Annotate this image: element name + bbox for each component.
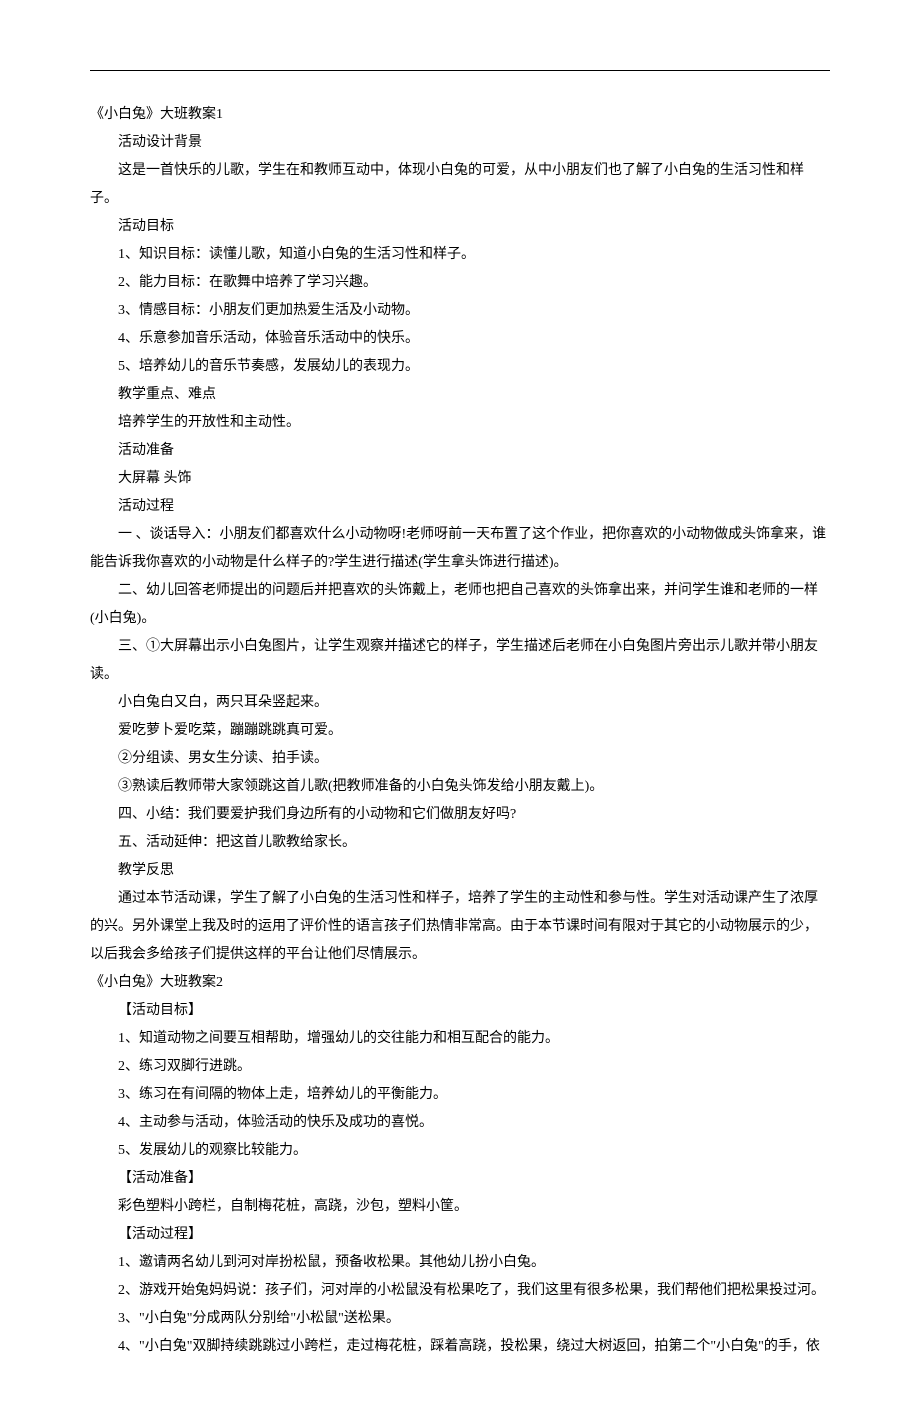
body-line: 3、"小白兔"分成两队分别给"小松鼠"送松果。 — [90, 1305, 830, 1333]
body-line: 教学重点、难点 — [90, 381, 830, 409]
body-line: 5、发展幼儿的观察比较能力。 — [90, 1137, 830, 1165]
body-line: 【活动准备】 — [90, 1165, 830, 1193]
body-line: 4、主动参与活动，体验活动的快乐及成功的喜悦。 — [90, 1109, 830, 1137]
body-line: 【活动目标】 — [90, 997, 830, 1025]
body-line: 通过本节活动课，学生了解了小白兔的生活习性和样子，培养了学生的主动性和参与性。学… — [90, 885, 830, 969]
body-line: 一 、谈话导入：小朋友们都喜欢什么小动物呀!老师呀前一天布置了这个作业，把你喜欢… — [90, 521, 830, 577]
body-line: 教学反思 — [90, 857, 830, 885]
body-line: 彩色塑料小跨栏，自制梅花桩，高跷，沙包，塑料小筐。 — [90, 1193, 830, 1221]
top-rule — [90, 70, 830, 71]
body-line: 活动目标 — [90, 213, 830, 241]
body-line: 1、知道动物之间要互相帮助，增强幼儿的交往能力和相互配合的能力。 — [90, 1025, 830, 1053]
body-line: 1、邀请两名幼儿到河对岸扮松鼠，预备收松果。其他幼儿扮小白兔。 — [90, 1249, 830, 1277]
body-line: 3、练习在有间隔的物体上走，培养幼儿的平衡能力。 — [90, 1081, 830, 1109]
body-line: 活动过程 — [90, 493, 830, 521]
lesson-plan-title: 《小白兔》大班教案1 — [90, 101, 830, 129]
body-line: 2、游戏开始兔妈妈说：孩子们，河对岸的小松鼠没有松果吃了，我们这里有很多松果，我… — [90, 1277, 830, 1305]
body-line: ③熟读后教师带大家领跳这首儿歌(把教师准备的小白兔头饰发给小朋友戴上)。 — [90, 773, 830, 801]
body-line: 【活动过程】 — [90, 1221, 830, 1249]
body-line: 4、乐意参加音乐活动，体验音乐活动中的快乐。 — [90, 325, 830, 353]
body-line: ②分组读、男女生分读、拍手读。 — [90, 745, 830, 773]
body-line: 爱吃萝卜爱吃菜，蹦蹦跳跳真可爱。 — [90, 717, 830, 745]
body-line: 小白兔白又白，两只耳朵竖起来。 — [90, 689, 830, 717]
body-line: 4、"小白兔"双脚持续跳跳过小跨栏，走过梅花桩，踩着高跷，投松果，绕过大树返回，… — [90, 1333, 830, 1361]
body-line: 这是一首快乐的儿歌，学生在和教师互动中，体现小白兔的可爱，从中小朋友们也了解了小… — [90, 157, 830, 213]
body-line: 五、活动延伸：把这首儿歌教给家长。 — [90, 829, 830, 857]
body-line: 3、情感目标：小朋友们更加热爱生活及小动物。 — [90, 297, 830, 325]
body-line: 活动设计背景 — [90, 129, 830, 157]
body-line: 三、①大屏幕出示小白兔图片，让学生观察并描述它的样子，学生描述后老师在小白兔图片… — [90, 633, 830, 689]
body-line: 2、能力目标：在歌舞中培养了学习兴趣。 — [90, 269, 830, 297]
body-line: 二、幼儿回答老师提出的问题后并把喜欢的头饰戴上，老师也把自己喜欢的头饰拿出来，并… — [90, 577, 830, 633]
body-line: 四、小结：我们要爱护我们身边所有的小动物和它们做朋友好吗? — [90, 801, 830, 829]
body-line: 5、培养幼儿的音乐节奏感，发展幼儿的表现力。 — [90, 353, 830, 381]
document-body: 《小白兔》大班教案1活动设计背景这是一首快乐的儿歌，学生在和教师互动中，体现小白… — [90, 101, 830, 1361]
lesson-plan-title: 《小白兔》大班教案2 — [90, 969, 830, 997]
body-line: 活动准备 — [90, 437, 830, 465]
body-line: 2、练习双脚行进跳。 — [90, 1053, 830, 1081]
body-line: 1、知识目标：读懂儿歌，知道小白兔的生活习性和样子。 — [90, 241, 830, 269]
body-line: 大屏幕 头饰 — [90, 465, 830, 493]
body-line: 培养学生的开放性和主动性。 — [90, 409, 830, 437]
